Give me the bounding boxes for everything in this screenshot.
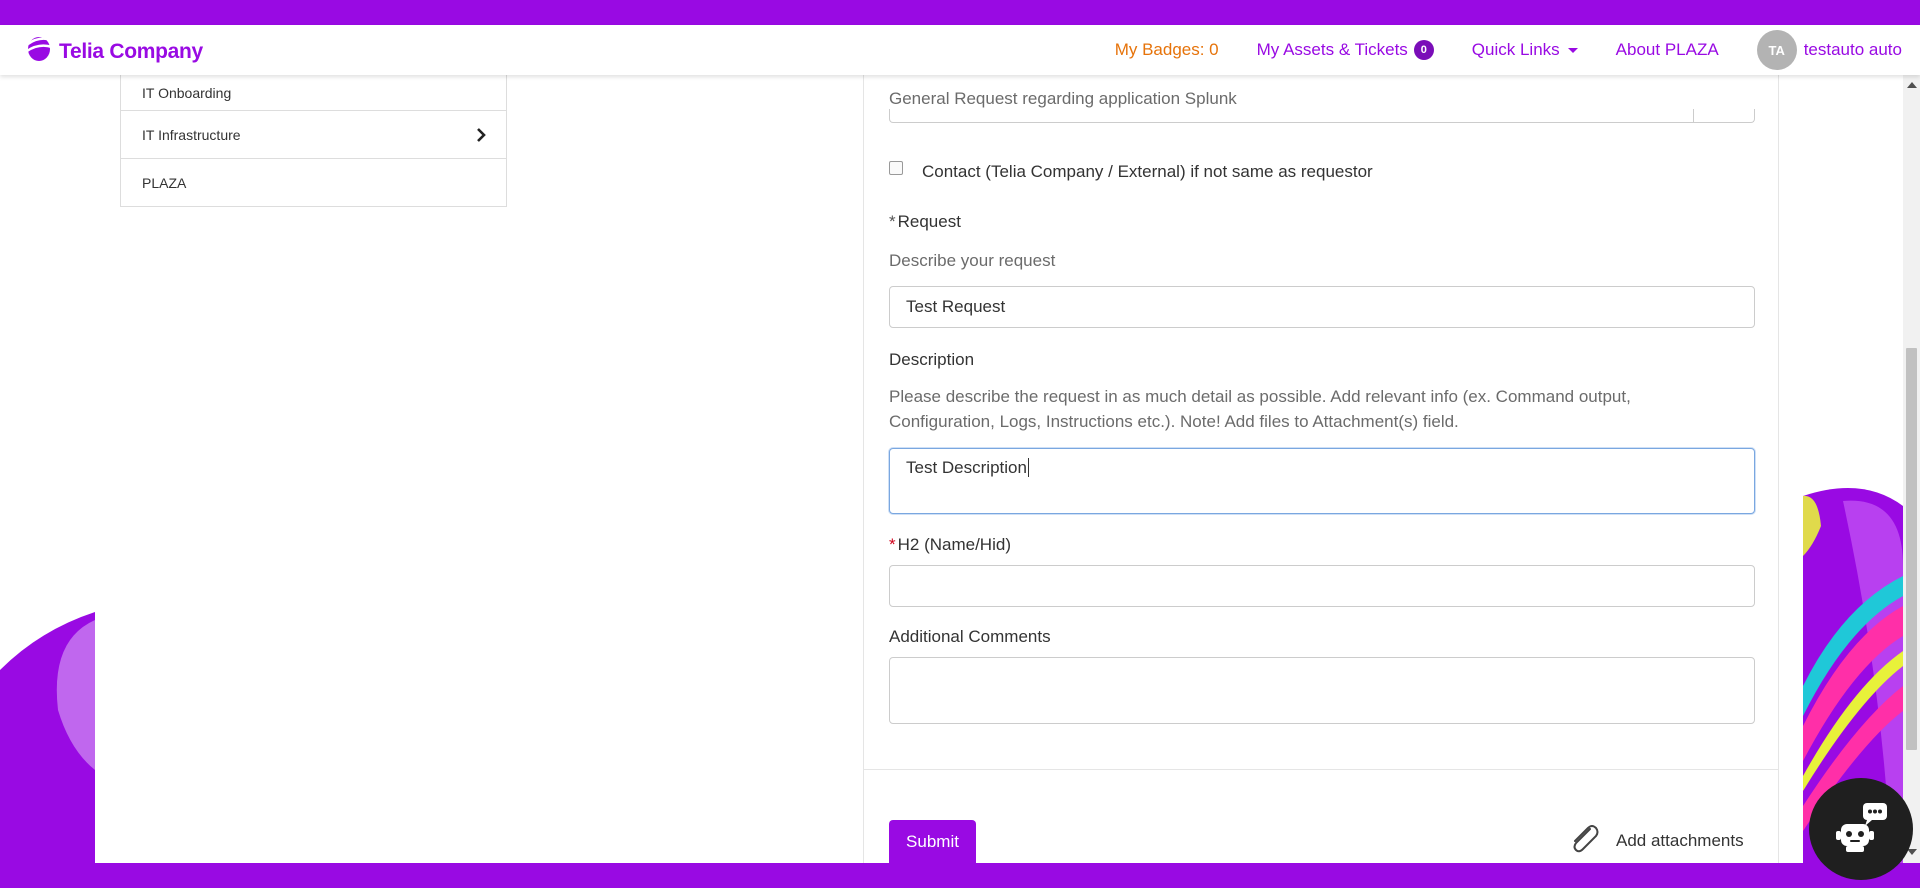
telia-logo-icon — [25, 34, 53, 69]
category-help-text: General Request regarding application Sp… — [889, 89, 1237, 108]
request-input-value: Test Request — [906, 297, 1006, 316]
category-item-it-infrastructure[interactable]: IT Infrastructure — [121, 110, 506, 158]
assets-count-badge: 0 — [1413, 40, 1434, 60]
add-attachments-label: Add attachments — [1616, 830, 1744, 850]
description-label: Description — [889, 350, 975, 369]
quick-links-dropdown[interactable]: Quick Links — [1472, 40, 1578, 60]
user-menu[interactable]: TA testauto auto — [1756, 30, 1902, 70]
my-assets-tickets-label: My Assets & Tickets — [1256, 40, 1408, 59]
add-attachments-button[interactable]: Add attachments — [1568, 823, 1744, 858]
category-item-plaza[interactable]: PLAZA — [121, 158, 506, 206]
paperclip-icon — [1568, 823, 1600, 858]
category-select-divider — [1693, 109, 1694, 123]
category-item-label: IT Onboarding — [142, 84, 232, 101]
contact-checkbox-label: Contact (Telia Company / External) if no… — [922, 162, 1373, 181]
request-label-text: Request — [897, 212, 961, 231]
category-item-label: IT Infrastructure — [142, 126, 241, 143]
scroll-up-arrow[interactable] — [1907, 82, 1917, 88]
description-help-line2: Configuration, Logs, Instructions etc.).… — [889, 412, 1459, 431]
request-label: * Request — [889, 212, 961, 232]
scroll-down-arrow[interactable] — [1907, 849, 1917, 855]
top-brand-strip — [0, 0, 1920, 25]
scroll-thumb[interactable] — [1906, 348, 1917, 750]
caret-down-icon — [1567, 47, 1578, 53]
description-textarea[interactable]: Test Description — [889, 448, 1755, 514]
additional-comments-textarea[interactable] — [889, 657, 1755, 724]
about-plaza-link[interactable]: About PLAZA — [1616, 40, 1719, 60]
top-nav: My Badges: 0 My Assets & Tickets 0 Quick… — [1115, 25, 1902, 75]
user-name: testauto auto — [1803, 40, 1902, 59]
description-help-line1: Please describe the request in as much d… — [889, 387, 1631, 406]
category-select[interactable] — [889, 109, 1755, 123]
request-form: General Request regarding application Sp… — [863, 75, 1779, 863]
category-list: IT Onboarding IT Infrastructure PLAZA — [120, 75, 507, 207]
h2-label: * H2 (Name/Hid) — [889, 535, 1011, 555]
description-textarea-value: Test Description — [906, 458, 1027, 477]
additional-comments-label: Additional Comments — [889, 627, 1051, 646]
chatbot-button[interactable] — [1809, 778, 1913, 880]
h2-label-text: H2 (Name/Hid) — [897, 535, 1011, 554]
avatar: TA — [1756, 30, 1797, 70]
main-content: IT Onboarding IT Infrastructure PLAZA Ge… — [95, 75, 1803, 863]
request-input[interactable]: Test Request — [889, 286, 1755, 328]
brand-name: Telia Company — [59, 39, 203, 63]
my-badges-link[interactable]: My Badges: 0 — [1115, 40, 1219, 60]
chevron-right-icon — [476, 128, 486, 145]
brand-logo[interactable]: Telia Company — [25, 34, 203, 69]
my-assets-tickets-link[interactable]: My Assets & Tickets 0 — [1257, 40, 1434, 60]
bottom-brand-strip — [0, 863, 1920, 888]
quick-links-label: Quick Links — [1471, 40, 1560, 59]
h2-input[interactable] — [889, 565, 1755, 607]
page-scrollbar[interactable] — [1903, 75, 1920, 863]
request-help-text: Describe your request — [889, 251, 1056, 270]
contact-checkbox[interactable] — [889, 161, 903, 175]
site-header: Telia Company My Badges: 0 My Assets & T… — [0, 25, 1920, 75]
required-marker: * — [889, 535, 896, 554]
required-marker: * — [889, 212, 896, 231]
category-item-label: PLAZA — [142, 174, 187, 191]
text-cursor — [1027, 458, 1029, 477]
category-item-it-onboarding[interactable]: IT Onboarding — [121, 75, 506, 110]
decorative-wave-left — [0, 600, 95, 863]
chatbot-icon — [1833, 800, 1889, 859]
form-divider — [864, 769, 1778, 770]
submit-button[interactable]: Submit — [889, 820, 976, 863]
